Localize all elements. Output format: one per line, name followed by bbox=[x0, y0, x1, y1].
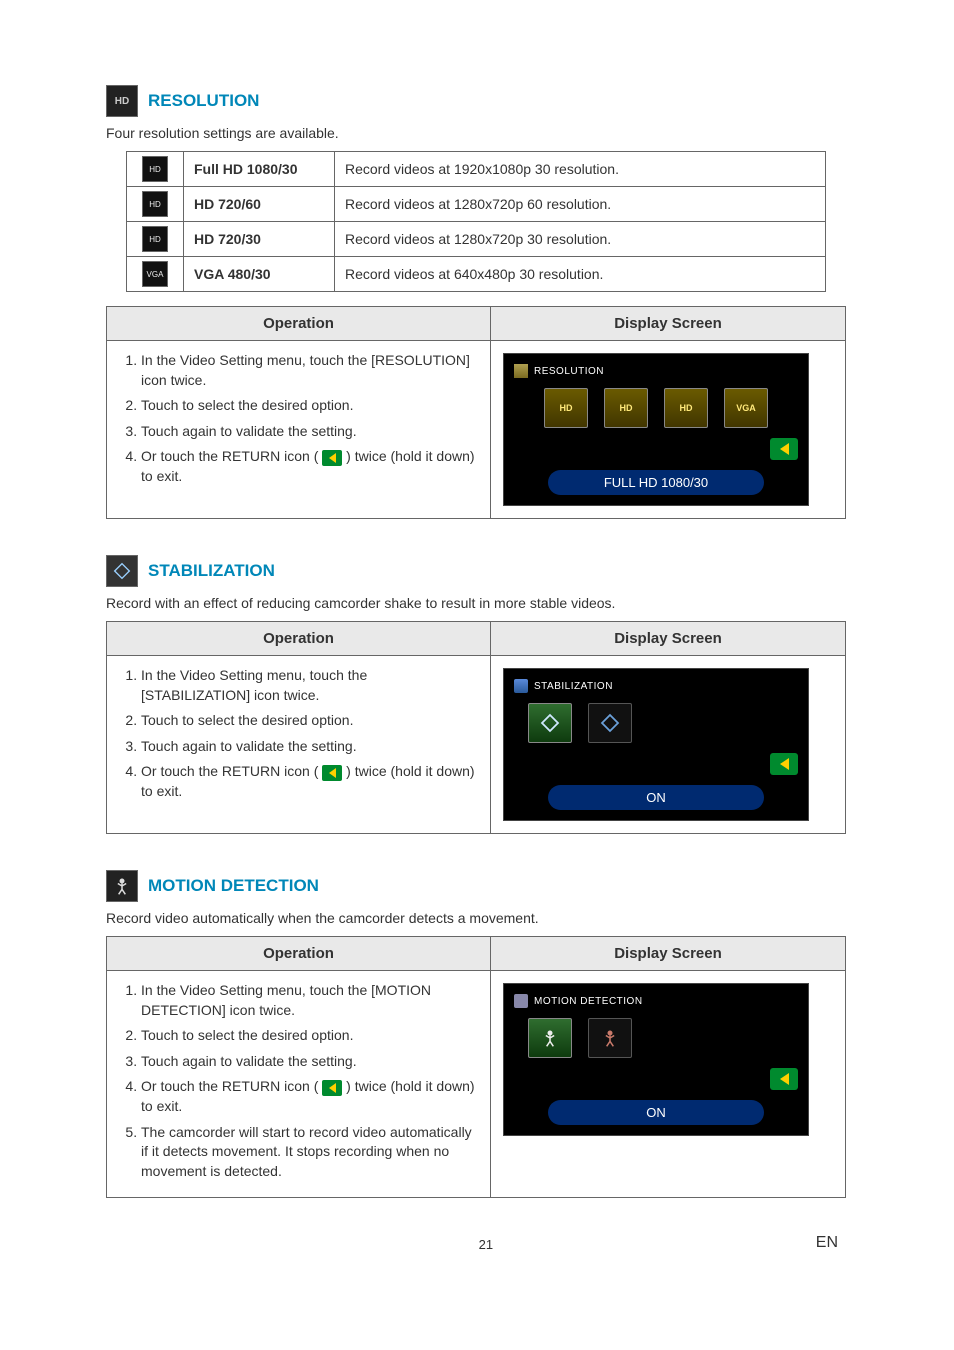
lang-tag: EN bbox=[816, 1234, 838, 1252]
table-row: HD Full HD 1080/30 Record videos at 1920… bbox=[127, 152, 826, 187]
heading-text: RESOLUTION bbox=[148, 91, 259, 111]
display-screen-header: Display Screen bbox=[491, 937, 846, 971]
display-screen-header: Display Screen bbox=[491, 307, 846, 341]
resolution-intro: Four resolution settings are available. bbox=[106, 125, 848, 141]
stabilization-op-table: Operation Display Screen In the Video Se… bbox=[106, 621, 846, 834]
hd-icon: HD bbox=[142, 191, 168, 217]
vga-icon: VGA bbox=[142, 261, 168, 287]
step-2: Touch to select the desired option. bbox=[141, 396, 476, 416]
status-badge: ON bbox=[548, 785, 764, 810]
return-icon bbox=[322, 450, 342, 466]
ds-title: MOTION DETECTION bbox=[534, 996, 643, 1007]
step-2: Touch to select the desired option. bbox=[141, 1026, 476, 1046]
return-button[interactable] bbox=[770, 753, 798, 775]
resolution-display-screen: RESOLUTION HD HD HD VGA FULL HD 1080/30 bbox=[503, 353, 809, 506]
res-label: HD 720/30 bbox=[184, 222, 335, 257]
stabilization-icon bbox=[514, 679, 528, 693]
resolution-icon: HD bbox=[106, 85, 138, 117]
motion-intro: Record video automatically when the camc… bbox=[106, 910, 848, 926]
option-motion-off[interactable] bbox=[588, 1018, 632, 1058]
res-desc: Record videos at 1280x720p 60 resolution… bbox=[335, 187, 826, 222]
operation-header: Operation bbox=[107, 307, 491, 341]
stabilization-icon bbox=[106, 555, 138, 587]
ds-title: RESOLUTION bbox=[534, 366, 604, 377]
status-badge: ON bbox=[548, 1100, 764, 1125]
operation-header: Operation bbox=[107, 622, 491, 656]
motion-op-table: Operation Display Screen In the Video Se… bbox=[106, 936, 846, 1198]
step-4: Or touch the RETURN icon ( ) twice (hold… bbox=[141, 447, 476, 486]
display-screen-cell: STABILIZATION ON bbox=[491, 656, 846, 834]
status-badge: FULL HD 1080/30 bbox=[548, 470, 764, 495]
ds-title: STABILIZATION bbox=[534, 681, 613, 692]
stabilization-intro: Record with an effect of reducing camcor… bbox=[106, 595, 848, 611]
hd-icon: HD bbox=[142, 156, 168, 182]
stabilization-heading: STABILIZATION bbox=[106, 555, 848, 587]
option-hd-720-60[interactable]: HD bbox=[604, 388, 648, 428]
table-row: VGA VGA 480/30 Record videos at 640x480p… bbox=[127, 257, 826, 292]
option-motion-on[interactable] bbox=[528, 1018, 572, 1058]
motion-display-screen: MOTION DETECTION ON bbox=[503, 983, 809, 1136]
return-icon bbox=[322, 765, 342, 781]
page-footer: 21 EN bbox=[106, 1234, 848, 1252]
heading-text: STABILIZATION bbox=[148, 561, 275, 581]
hd-icon bbox=[514, 364, 528, 378]
res-label: Full HD 1080/30 bbox=[184, 152, 335, 187]
display-screen-cell: RESOLUTION HD HD HD VGA FULL HD 1080/30 bbox=[491, 341, 846, 519]
res-desc: Record videos at 1280x720p 30 resolution… bbox=[335, 222, 826, 257]
step-2: Touch to select the desired option. bbox=[141, 711, 476, 731]
step-5: The camcorder will start to record video… bbox=[141, 1123, 476, 1182]
heading-text: MOTION DETECTION bbox=[148, 876, 319, 896]
motion-detection-icon bbox=[514, 994, 528, 1008]
resolution-table: HD Full HD 1080/30 Record videos at 1920… bbox=[126, 151, 826, 292]
resolution-op-table: Operation Display Screen In the Video Se… bbox=[106, 306, 846, 519]
operation-cell: In the Video Setting menu, touch the [ST… bbox=[107, 656, 491, 834]
return-icon bbox=[322, 1080, 342, 1096]
step-4: Or touch the RETURN icon ( ) twice (hold… bbox=[141, 762, 476, 801]
option-stabilization-off[interactable] bbox=[588, 703, 632, 743]
step-4: Or touch the RETURN icon ( ) twice (hold… bbox=[141, 1077, 476, 1116]
operation-cell: In the Video Setting menu, touch the [RE… bbox=[107, 341, 491, 519]
display-screen-cell: MOTION DETECTION ON bbox=[491, 971, 846, 1198]
hd-icon: HD bbox=[142, 226, 168, 252]
motion-detection-heading: MOTION DETECTION bbox=[106, 870, 848, 902]
operation-cell: In the Video Setting menu, touch the [MO… bbox=[107, 971, 491, 1198]
option-full-hd[interactable]: HD bbox=[544, 388, 588, 428]
step-3: Touch again to validate the setting. bbox=[141, 422, 476, 442]
table-row: HD HD 720/60 Record videos at 1280x720p … bbox=[127, 187, 826, 222]
step-1: In the Video Setting menu, touch the [RE… bbox=[141, 351, 476, 390]
stabilization-display-screen: STABILIZATION ON bbox=[503, 668, 809, 821]
step-1: In the Video Setting menu, touch the [ST… bbox=[141, 666, 476, 705]
res-label: HD 720/60 bbox=[184, 187, 335, 222]
display-screen-header: Display Screen bbox=[491, 622, 846, 656]
motion-detection-icon bbox=[106, 870, 138, 902]
page-number: 21 bbox=[156, 1237, 816, 1252]
step-3: Touch again to validate the setting. bbox=[141, 1052, 476, 1072]
step-1: In the Video Setting menu, touch the [MO… bbox=[141, 981, 476, 1020]
option-stabilization-on[interactable] bbox=[528, 703, 572, 743]
res-desc: Record videos at 640x480p 30 resolution. bbox=[335, 257, 826, 292]
operation-header: Operation bbox=[107, 937, 491, 971]
option-vga[interactable]: VGA bbox=[724, 388, 768, 428]
return-button[interactable] bbox=[770, 1068, 798, 1090]
table-row: HD HD 720/30 Record videos at 1280x720p … bbox=[127, 222, 826, 257]
resolution-heading: HD RESOLUTION bbox=[106, 85, 848, 117]
step-3: Touch again to validate the setting. bbox=[141, 737, 476, 757]
res-label: VGA 480/30 bbox=[184, 257, 335, 292]
return-button[interactable] bbox=[770, 438, 798, 460]
option-hd-720-30[interactable]: HD bbox=[664, 388, 708, 428]
res-desc: Record videos at 1920x1080p 30 resolutio… bbox=[335, 152, 826, 187]
